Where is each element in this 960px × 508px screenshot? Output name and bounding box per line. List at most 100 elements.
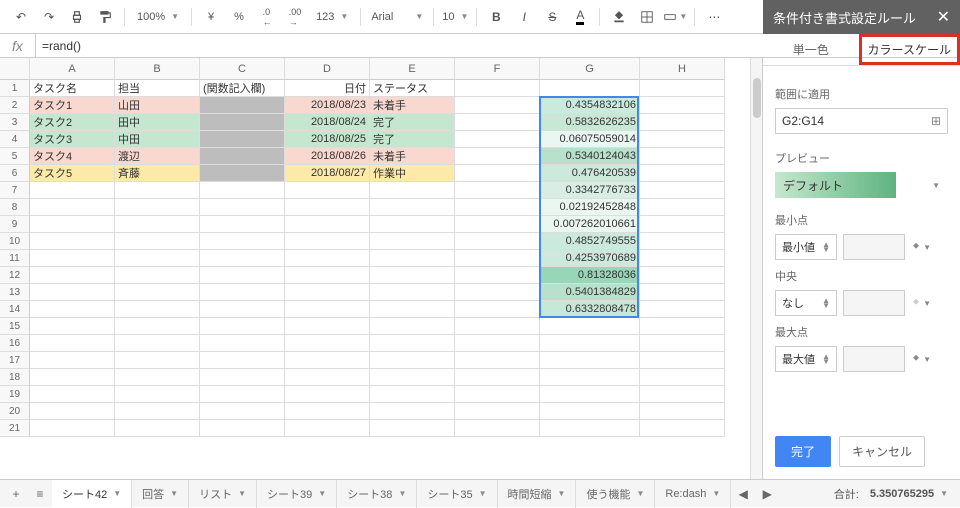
cell-B15[interactable] bbox=[115, 318, 200, 335]
cell-E5[interactable]: 未着手 bbox=[370, 148, 455, 165]
cell-G21[interactable] bbox=[540, 420, 640, 437]
sheet-tab-4[interactable]: シート38▼ bbox=[337, 480, 417, 508]
all-sheets-button[interactable]: ≡ bbox=[28, 482, 52, 506]
cell-D12[interactable] bbox=[285, 267, 370, 284]
cell-G14[interactable]: 0.6332808478 bbox=[540, 301, 640, 318]
row-header-9[interactable]: 9 bbox=[0, 216, 30, 233]
cell-B17[interactable] bbox=[115, 352, 200, 369]
cell-B5[interactable]: 渡辺 bbox=[115, 148, 200, 165]
cell-F16[interactable] bbox=[455, 335, 540, 352]
mid-type-select[interactable]: なし▲▼ bbox=[775, 290, 837, 316]
number-format-select[interactable]: 123▼ bbox=[310, 11, 354, 23]
increase-decimal-button[interactable]: .00→ bbox=[282, 4, 308, 30]
italic-button[interactable]: I bbox=[511, 4, 537, 30]
sheet-tab-1[interactable]: 回答▼ bbox=[132, 480, 189, 508]
cell-C7[interactable] bbox=[200, 182, 285, 199]
cell-E19[interactable] bbox=[370, 386, 455, 403]
cell-A8[interactable] bbox=[30, 199, 115, 216]
max-type-select[interactable]: 最大値▲▼ bbox=[775, 346, 837, 372]
scroll-tabs-right[interactable]: ▶ bbox=[755, 482, 779, 506]
cell-B3[interactable]: 田中 bbox=[115, 114, 200, 131]
paint-format-button[interactable] bbox=[92, 4, 118, 30]
preview-select[interactable]: デフォルト▼ bbox=[775, 172, 948, 198]
sheet-tab-8[interactable]: Re:dash▼ bbox=[655, 480, 731, 508]
cell-B1[interactable]: 担当 bbox=[115, 80, 200, 97]
cell-F7[interactable] bbox=[455, 182, 540, 199]
cell-E6[interactable]: 作業中 bbox=[370, 165, 455, 182]
min-value-input[interactable] bbox=[843, 234, 905, 260]
add-sheet-button[interactable]: + bbox=[4, 482, 28, 506]
select-range-icon[interactable]: ⊞ bbox=[931, 114, 941, 128]
mid-value-input[interactable] bbox=[843, 290, 905, 316]
cell-C14[interactable] bbox=[200, 301, 285, 318]
row-header-10[interactable]: 10 bbox=[0, 233, 30, 250]
cell-D8[interactable] bbox=[285, 199, 370, 216]
cell-E2[interactable]: 未着手 bbox=[370, 97, 455, 114]
sheet-tab-0[interactable]: シート42▼ bbox=[52, 480, 132, 508]
undo-button[interactable]: ↶ bbox=[8, 4, 34, 30]
cell-F6[interactable] bbox=[455, 165, 540, 182]
currency-button[interactable]: ¥ bbox=[198, 4, 224, 30]
font-select[interactable]: Arial▼ bbox=[367, 11, 427, 23]
row-header-15[interactable]: 15 bbox=[0, 318, 30, 335]
cell-C17[interactable] bbox=[200, 352, 285, 369]
cell-E12[interactable] bbox=[370, 267, 455, 284]
cell-C20[interactable] bbox=[200, 403, 285, 420]
cell-A12[interactable] bbox=[30, 267, 115, 284]
cell-G4[interactable]: 0.06075059014 bbox=[540, 131, 640, 148]
cell-G18[interactable] bbox=[540, 369, 640, 386]
cell-G5[interactable]: 0.5340124043 bbox=[540, 148, 640, 165]
column-header-F[interactable]: F bbox=[455, 58, 540, 80]
cell-E13[interactable] bbox=[370, 284, 455, 301]
cell-B9[interactable] bbox=[115, 216, 200, 233]
cell-H7[interactable] bbox=[640, 182, 725, 199]
cell-E10[interactable] bbox=[370, 233, 455, 250]
font-size-select[interactable]: 10▼ bbox=[440, 11, 470, 23]
cell-B7[interactable] bbox=[115, 182, 200, 199]
row-header-13[interactable]: 13 bbox=[0, 284, 30, 301]
cell-D11[interactable] bbox=[285, 250, 370, 267]
cell-A1[interactable]: タスク名 bbox=[30, 80, 115, 97]
cell-A20[interactable] bbox=[30, 403, 115, 420]
cell-F14[interactable] bbox=[455, 301, 540, 318]
borders-button[interactable] bbox=[634, 4, 660, 30]
row-header-3[interactable]: 3 bbox=[0, 114, 30, 131]
vertical-scrollbar[interactable] bbox=[750, 58, 762, 479]
cell-G9[interactable]: 0.007262010661 bbox=[540, 216, 640, 233]
cell-F18[interactable] bbox=[455, 369, 540, 386]
cell-F13[interactable] bbox=[455, 284, 540, 301]
cell-B19[interactable] bbox=[115, 386, 200, 403]
row-header-14[interactable]: 14 bbox=[0, 301, 30, 318]
spreadsheet-grid[interactable]: ABCDEFGH1タスク名担当(関数記入欄)日付ステータス2タスク1山田2018… bbox=[0, 58, 750, 479]
cell-A10[interactable] bbox=[30, 233, 115, 250]
cell-E4[interactable]: 完了 bbox=[370, 131, 455, 148]
cell-H19[interactable] bbox=[640, 386, 725, 403]
sheet-tab-7[interactable]: 使う機能▼ bbox=[576, 480, 655, 508]
decrease-decimal-button[interactable]: .0← bbox=[254, 4, 280, 30]
row-header-4[interactable]: 4 bbox=[0, 131, 30, 148]
cell-D19[interactable] bbox=[285, 386, 370, 403]
cell-F1[interactable] bbox=[455, 80, 540, 97]
cell-A18[interactable] bbox=[30, 369, 115, 386]
cell-G13[interactable]: 0.5401384829 bbox=[540, 284, 640, 301]
select-all-corner[interactable] bbox=[0, 58, 30, 80]
cell-B8[interactable] bbox=[115, 199, 200, 216]
cell-B18[interactable] bbox=[115, 369, 200, 386]
sheet-tab-5[interactable]: シート35▼ bbox=[417, 480, 497, 508]
cell-A4[interactable]: タスク3 bbox=[30, 131, 115, 148]
cell-F20[interactable] bbox=[455, 403, 540, 420]
cell-C6[interactable] bbox=[200, 165, 285, 182]
column-header-G[interactable]: G bbox=[540, 58, 640, 80]
cell-D1[interactable]: 日付 bbox=[285, 80, 370, 97]
cell-H20[interactable] bbox=[640, 403, 725, 420]
cell-D2[interactable]: 2018/08/23 bbox=[285, 97, 370, 114]
tab-single-color[interactable]: 単一色 bbox=[763, 34, 859, 65]
strike-button[interactable]: S bbox=[539, 4, 565, 30]
fill-color-button[interactable] bbox=[606, 4, 632, 30]
cell-A2[interactable]: タスク1 bbox=[30, 97, 115, 114]
cell-F3[interactable] bbox=[455, 114, 540, 131]
cell-E11[interactable] bbox=[370, 250, 455, 267]
cell-C13[interactable] bbox=[200, 284, 285, 301]
cell-A16[interactable] bbox=[30, 335, 115, 352]
tab-color-scale[interactable]: カラースケール bbox=[859, 34, 960, 65]
